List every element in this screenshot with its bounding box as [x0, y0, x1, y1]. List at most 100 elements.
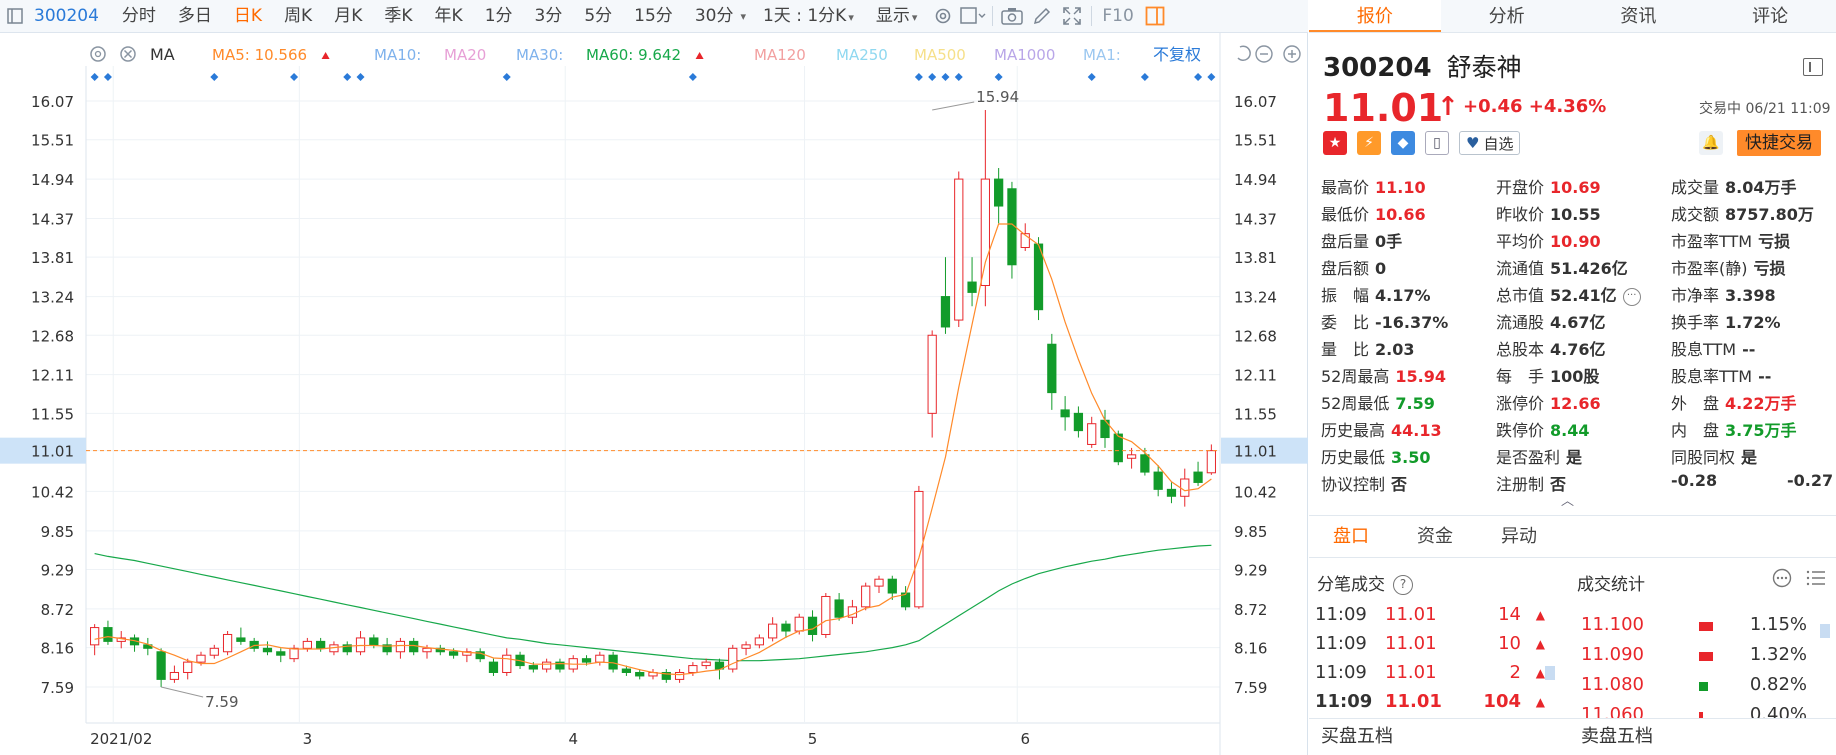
candle[interactable] [1180, 468, 1190, 507]
period-tab-2[interactable]: 日K [223, 0, 273, 33]
candle[interactable] [927, 330, 937, 438]
event-marker[interactable] [1140, 73, 1149, 81]
more-icon[interactable] [1772, 568, 1792, 588]
legend-settings-icon[interactable] [90, 46, 106, 62]
candle[interactable] [435, 644, 445, 656]
candle[interactable] [1193, 461, 1203, 486]
event-marker[interactable] [954, 73, 963, 81]
candle[interactable] [874, 575, 884, 594]
tag-icon[interactable]: ◆ [1391, 131, 1415, 155]
orderbook-tab-2[interactable]: 异动 [1477, 516, 1561, 557]
candle[interactable] [741, 641, 751, 656]
checkbox-icon[interactable] [958, 0, 988, 33]
candle[interactable] [316, 637, 326, 652]
candle[interactable] [714, 658, 725, 680]
reset-icon[interactable] [1237, 45, 1251, 61]
candle[interactable] [302, 637, 312, 652]
fullscreen-icon[interactable] [1057, 0, 1087, 33]
candle[interactable] [754, 634, 764, 649]
quote-tab-2[interactable]: 资讯 [1573, 0, 1705, 32]
display-menu[interactable]: 显示 ▾ [865, 0, 929, 33]
orderbook-tab-1[interactable]: 资金 [1393, 516, 1477, 557]
period-tab-3[interactable]: 周K [273, 0, 323, 33]
bell-icon[interactable]: 🔔 [1699, 131, 1723, 155]
candle[interactable] [209, 644, 219, 659]
candle[interactable] [1047, 333, 1057, 410]
bookmark-icon[interactable]: ▯ [1425, 131, 1449, 155]
candle[interactable] [488, 658, 499, 676]
event-marker[interactable] [502, 73, 511, 81]
candle[interactable] [475, 648, 485, 663]
event-marker[interactable] [941, 73, 950, 81]
china-flag-icon[interactable]: ★ [1323, 131, 1347, 155]
orderbook-tab-0[interactable]: 盘口 [1309, 516, 1393, 557]
event-marker[interactable] [356, 73, 365, 81]
kline-chart-canvas[interactable]: 16.07 16.07 15.51 15.51 14.94 14.94 14.37 14.37… [0, 33, 1308, 755]
scrollbar-handle[interactable] [1545, 666, 1555, 680]
period-tab-11[interactable]: 30分 [684, 0, 745, 33]
candle[interactable] [555, 658, 565, 673]
candle[interactable] [409, 637, 419, 656]
candle[interactable] [143, 637, 153, 656]
candle[interactable] [276, 648, 286, 663]
candle[interactable] [1060, 396, 1070, 431]
candle[interactable] [1087, 416, 1097, 448]
candle[interactable] [542, 658, 552, 673]
buy-depth-tab[interactable]: 买盘五档 [1309, 718, 1569, 755]
camera-icon[interactable] [997, 0, 1027, 33]
candle[interactable] [502, 648, 512, 676]
sidebar-toggle-icon[interactable] [0, 0, 30, 33]
quote-tab-0[interactable]: 报价 [1309, 0, 1441, 32]
event-marker[interactable] [994, 73, 1003, 81]
period-tab-4[interactable]: 月K [323, 0, 373, 33]
candle[interactable] [661, 669, 671, 683]
quote-tab-3[interactable]: 评论 [1704, 0, 1836, 32]
event-marker[interactable] [343, 73, 352, 81]
candle[interactable] [355, 631, 366, 656]
candle[interactable] [861, 582, 871, 611]
candle[interactable] [1206, 444, 1216, 475]
lightning-icon[interactable]: ⚡ [1357, 131, 1381, 155]
adjust-mode-link[interactable]: 不复权 [1153, 45, 1201, 64]
candle[interactable] [262, 641, 273, 656]
candle[interactable] [156, 648, 166, 687]
candle[interactable] [1033, 237, 1044, 321]
candle[interactable] [103, 620, 113, 645]
event-marker[interactable] [928, 73, 937, 81]
candle[interactable] [674, 669, 685, 683]
candle[interactable] [236, 627, 246, 645]
quote-tab-1[interactable]: 分析 [1441, 0, 1573, 32]
candle[interactable] [954, 171, 964, 327]
f10-button[interactable]: F10 [1096, 0, 1139, 33]
candle[interactable] [768, 617, 778, 642]
candle[interactable] [648, 669, 658, 680]
candle[interactable] [462, 648, 472, 663]
settings-icon[interactable] [928, 0, 958, 33]
event-marker[interactable] [1087, 73, 1096, 81]
candle[interactable] [395, 637, 406, 659]
event-marker[interactable] [90, 73, 99, 81]
event-marker[interactable] [914, 73, 923, 81]
candle[interactable] [90, 624, 100, 656]
scrollbar-handle[interactable] [1820, 624, 1830, 638]
list-menu-icon[interactable] [1806, 568, 1826, 588]
candle[interactable] [967, 257, 977, 307]
candle[interactable] [701, 658, 711, 670]
candle[interactable] [994, 168, 1004, 224]
quick-trade-button[interactable]: 快捷交易 [1737, 130, 1821, 156]
candle[interactable] [900, 586, 911, 611]
period-tab-8[interactable]: 3分 [524, 0, 574, 33]
event-marker[interactable] [1207, 73, 1216, 81]
collapse-icon[interactable] [1803, 58, 1823, 76]
candle[interactable] [728, 644, 738, 673]
candle[interactable] [834, 593, 844, 621]
period-tab-10[interactable]: 15分 [623, 0, 684, 33]
chevron-up-icon[interactable]: ︿ [1561, 490, 1574, 509]
period-tab-9[interactable]: 5分 [573, 0, 623, 33]
add-favorite-button[interactable]: ♥ 自选 [1459, 131, 1521, 155]
event-marker[interactable] [210, 73, 219, 81]
candle[interactable] [129, 634, 140, 652]
candle[interactable] [847, 599, 858, 625]
event-marker[interactable] [1194, 73, 1203, 81]
period-more-icon[interactable]: ▾ [740, 0, 746, 33]
